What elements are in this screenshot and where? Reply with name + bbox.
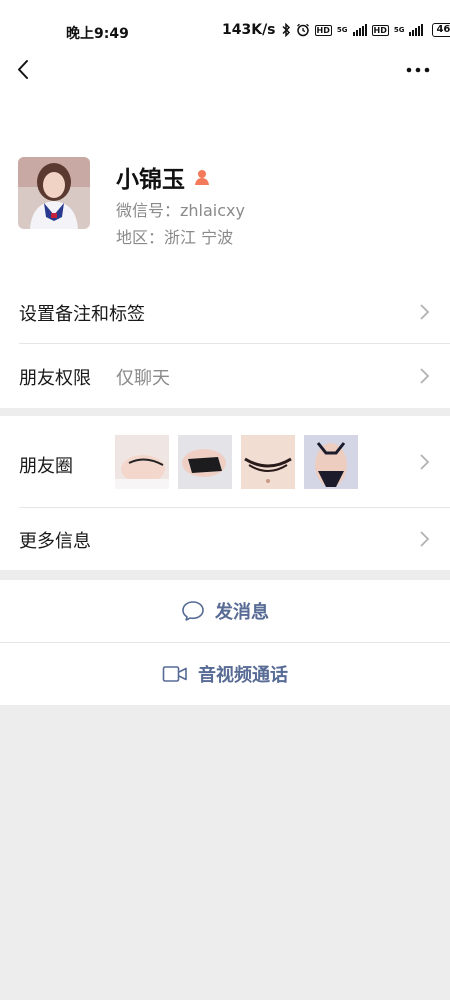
moments-row[interactable]: 朋友圈 (0, 416, 450, 508)
bluetooth-icon (282, 23, 290, 37)
video-camera-icon (162, 666, 187, 682)
profile-header: 小锦玉 微信号：zhlaicxy 地区：浙江 宁波 (0, 92, 450, 280)
network-type: 5G (336, 25, 348, 34)
permissions-row[interactable]: 朋友权限 仅聊天 (0, 344, 450, 408)
chat-bubble-icon (182, 601, 204, 621)
send-message-button[interactable]: 发消息 (0, 580, 450, 642)
moments-label: 朋友圈 (19, 456, 73, 477)
chevron-right-icon (420, 304, 430, 320)
video-call-label: 音视频通话 (198, 665, 288, 686)
network-type-2: 5G (393, 25, 405, 34)
moments-thumbnail (241, 435, 295, 489)
more-info-label: 更多信息 (19, 531, 91, 552)
profile-name: 小锦玉 (116, 160, 211, 194)
wechat-id: 微信号：zhlaicxy (116, 201, 245, 220)
remark-tags-row[interactable]: 设置备注和标签 (0, 280, 450, 344)
chevron-right-icon (420, 368, 430, 384)
chevron-right-icon (420, 531, 430, 547)
video-call-button[interactable]: 音视频通话 (0, 643, 450, 705)
permissions-label: 朋友权限 (19, 368, 91, 389)
region: 地区：浙江 宁波 (116, 228, 234, 247)
more-info-row[interactable]: 更多信息 (0, 508, 450, 570)
remark-tags-label: 设置备注和标签 (19, 304, 145, 325)
permissions-value: 仅聊天 (116, 368, 170, 389)
avatar[interactable] (18, 157, 90, 229)
send-message-label: 发消息 (215, 602, 269, 623)
chevron-right-icon (420, 454, 430, 470)
moments-thumbnail (304, 435, 358, 489)
gender-icon (195, 170, 209, 185)
moments-thumbnail (178, 435, 232, 489)
nav-bar (0, 48, 450, 92)
status-time: 晚上9:49 (66, 26, 129, 42)
more-icon[interactable] (404, 60, 432, 80)
status-indicators: 143K/s HD 5G HD 5G 46 (222, 22, 450, 38)
network-speed: 143K/s (222, 22, 276, 38)
hd-badge-2: HD (371, 24, 389, 36)
battery-icon: 46 (432, 23, 450, 37)
signal-icon-2 (409, 24, 424, 36)
back-icon[interactable] (12, 58, 36, 82)
moments-thumbnail (115, 435, 169, 489)
hd-badge: HD (314, 24, 332, 36)
signal-icon (352, 24, 367, 36)
alarm-icon (296, 23, 309, 37)
